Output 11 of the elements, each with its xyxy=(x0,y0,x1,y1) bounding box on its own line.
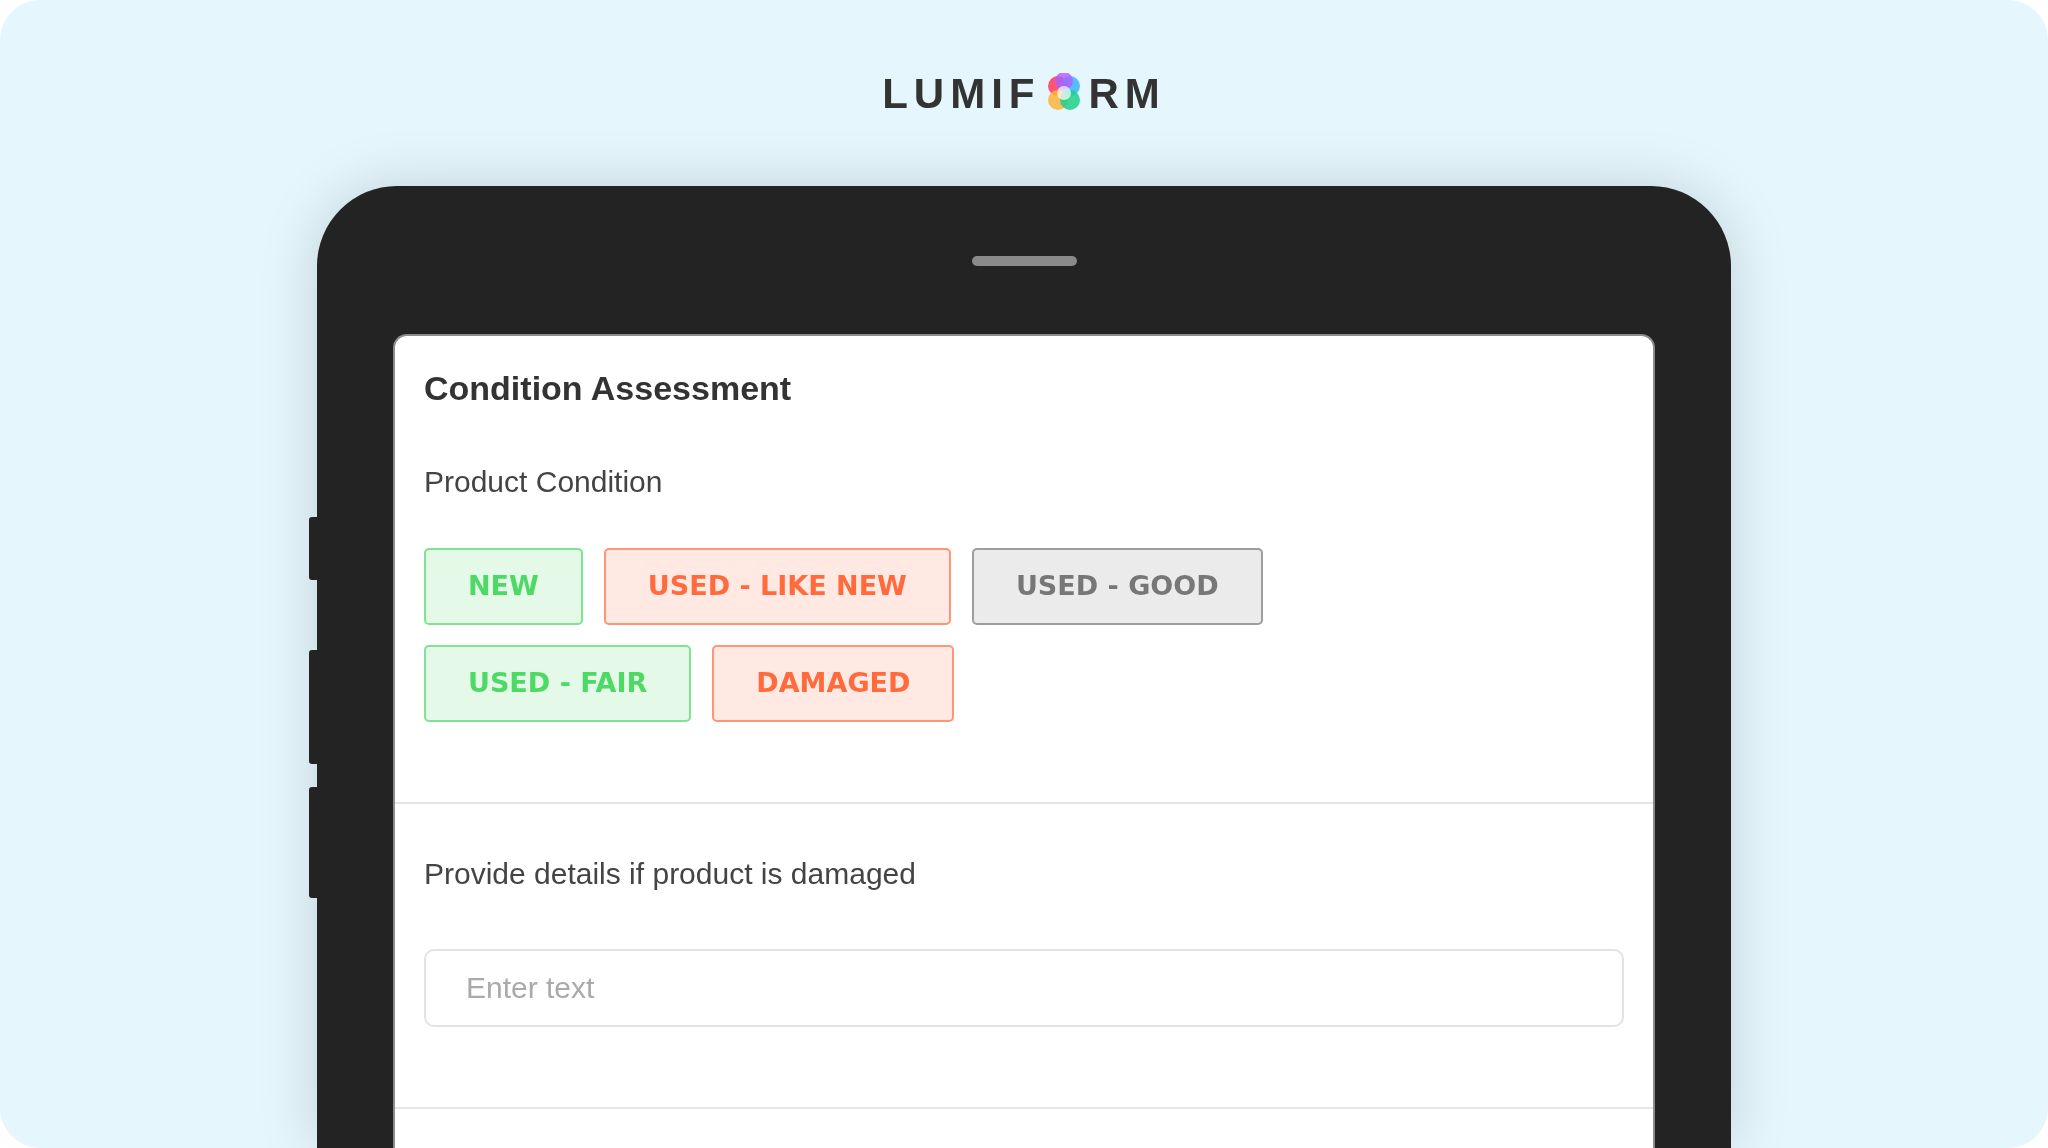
condition-option[interactable]: USED - GOOD xyxy=(971,548,1263,625)
logo-text: RM xyxy=(1088,68,1166,119)
condition-option[interactable]: DAMAGED xyxy=(712,645,955,722)
form-title: Condition Assessment xyxy=(424,368,793,409)
logo-text: LUMIF xyxy=(882,68,1041,119)
details-input-field[interactable]: Enter text xyxy=(424,949,1624,1027)
condition-option[interactable]: USED - LIKE NEW xyxy=(603,548,951,625)
field-label: Product Condition xyxy=(424,464,664,500)
field-label: Provide details if product is damaged xyxy=(424,856,917,892)
condition-option[interactable]: USED - FAIR xyxy=(424,645,692,722)
condition-option[interactable]: NEW xyxy=(424,548,583,625)
